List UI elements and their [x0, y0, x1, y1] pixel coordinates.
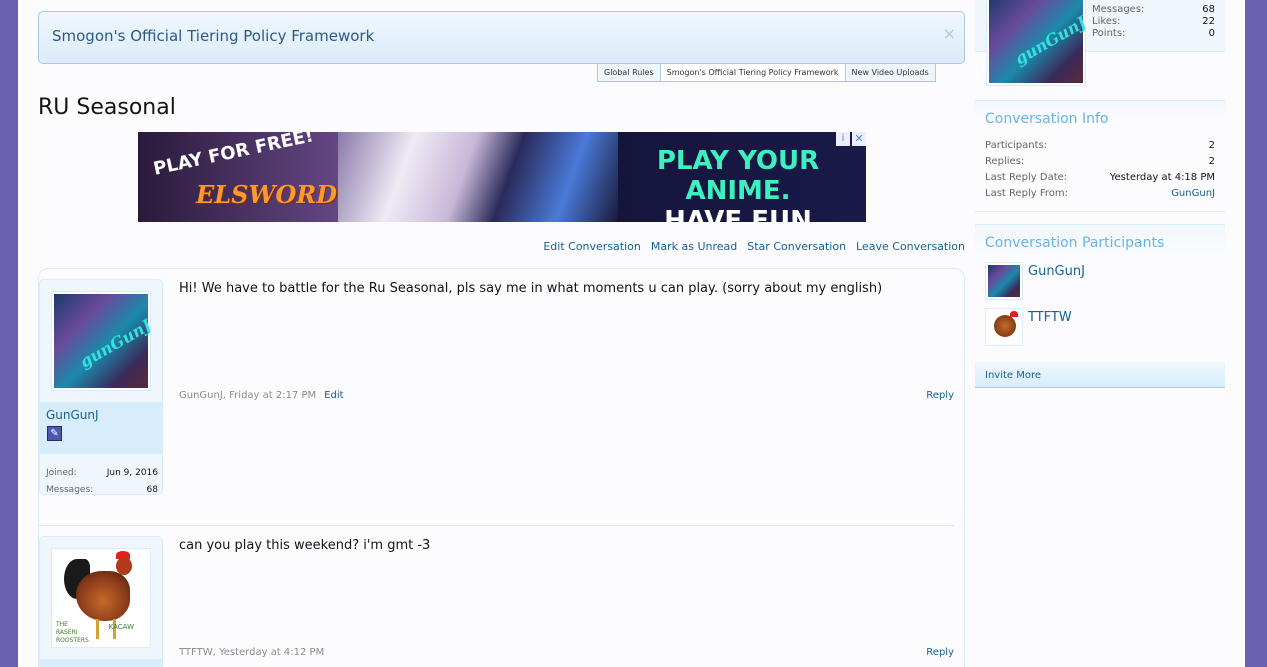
- gungunj-avatar-image: gunGunJ: [989, 0, 1089, 83]
- username-area: [40, 659, 162, 667]
- avatar[interactable]: gunGunJ: [986, 0, 1089, 86]
- page: Smogon's Official Tiering Policy Framewo…: [18, 0, 1245, 667]
- conversation-actions: Edit Conversation Mark as Unread Star Co…: [543, 240, 965, 253]
- info-value: Yesterday at 4:18 PM: [1109, 172, 1215, 183]
- ad-slogan-line1: PLAY YOUR ANIME.: [656, 146, 820, 206]
- avatar[interactable]: gunGunJ: [51, 291, 154, 391]
- edit-conversation-link[interactable]: Edit Conversation: [543, 240, 641, 253]
- participant-item[interactable]: TTFTW: [985, 308, 1072, 346]
- ad-close-icon[interactable]: ✕: [852, 132, 866, 146]
- notice-tab-video-uploads[interactable]: New Video Uploads: [844, 64, 936, 82]
- ad-logo: PLAY FOR FREE! ELSWORD: [146, 132, 337, 214]
- notice-title[interactable]: Smogon's Official Tiering Policy Framewo…: [52, 27, 374, 45]
- notice-tab-tiering-policy[interactable]: Smogon's Official Tiering Policy Framewo…: [659, 64, 846, 82]
- message-userblock: THE RASERI ROOSTERS KACAW: [39, 536, 163, 667]
- last-reply-user-link[interactable]: GunGunJ: [1171, 188, 1215, 204]
- participant-name[interactable]: GunGunJ: [1028, 264, 1085, 279]
- ad-slogan: PLAY YOUR ANIME. HAVE FUN TODAY!: [618, 146, 858, 222]
- ad-game-title: ELSWORD: [196, 180, 338, 209]
- block-title: Conversation Participants: [985, 235, 1165, 251]
- stat-value: 22: [1202, 16, 1215, 27]
- message-userblock: gunGunJ GunGunJ ✎ Joined: Jun 9, 2016 Me…: [39, 279, 163, 495]
- rooster-avatar-image: [988, 311, 1020, 343]
- rooster-avatar-image: THE RASERI ROOSTERS KACAW: [54, 551, 148, 645]
- ad-characters-image: [338, 132, 618, 222]
- avatar[interactable]: [985, 308, 1023, 346]
- gungunj-avatar-image: [988, 265, 1020, 297]
- ad-slogan-line2: HAVE FUN TODAY!: [664, 206, 812, 222]
- notice-tab-global-rules[interactable]: Global Rules: [597, 64, 661, 82]
- info-value: 2: [1208, 140, 1215, 151]
- message-author-date[interactable]: TTFTW, Yesterday at 4:12 PM: [179, 647, 324, 658]
- close-icon[interactable]: ×: [943, 24, 956, 43]
- username-area: GunGunJ ✎: [40, 402, 162, 454]
- visitor-profile-card: gunGunJ Messages: 68 Likes: 22 Points: 0: [975, 0, 1225, 86]
- invite-more-bar: Invite More: [975, 362, 1225, 388]
- info-label: Replies:: [985, 156, 1025, 167]
- ad-banner[interactable]: PLAY FOR FREE! ELSWORD PLAY YOUR ANIME. …: [138, 132, 866, 222]
- message: THE RASERI ROOSTERS KACAW can you play thi…: [39, 526, 964, 667]
- profile-stats: Messages: 68 Likes: 22 Points: 0: [1092, 4, 1215, 40]
- info-value: 2: [1208, 156, 1215, 167]
- message-meta: GunGunJ, Friday at 2:17 PM Edit: [179, 390, 344, 401]
- conversation-info-block: Conversation Info Participants: 2 Replies…: [975, 100, 1225, 212]
- message-meta: TTFTW, Yesterday at 4:12 PM: [179, 647, 324, 658]
- info-label: Last Reply From:: [985, 188, 1069, 199]
- stat-label: Points:: [1092, 28, 1126, 39]
- user-extra-info: Joined: Jun 9, 2016 Messages: 68: [46, 468, 158, 502]
- reply-link[interactable]: Reply: [926, 647, 954, 658]
- reply-link[interactable]: Reply: [926, 390, 954, 401]
- stat-label: Messages:: [1092, 4, 1145, 15]
- edit-message-link[interactable]: Edit: [324, 390, 343, 401]
- participant-item[interactable]: GunGunJ: [985, 262, 1085, 300]
- page-title: RU Seasonal: [38, 95, 176, 120]
- username-link[interactable]: GunGunJ: [46, 408, 99, 422]
- invite-more-link[interactable]: Invite More: [985, 370, 1041, 381]
- joined-value: Jun 9, 2016: [106, 468, 158, 478]
- avatar[interactable]: [985, 262, 1023, 300]
- info-label: Participants:: [985, 140, 1048, 151]
- stat-label: Likes:: [1092, 16, 1121, 27]
- message-list: gunGunJ GunGunJ ✎ Joined: Jun 9, 2016 Me…: [38, 268, 965, 667]
- leave-conversation-link[interactable]: Leave Conversation: [856, 240, 965, 253]
- notice-banner: Smogon's Official Tiering Policy Framewo…: [38, 11, 965, 64]
- message-text: can you play this weekend? i'm gmt -3: [179, 538, 431, 553]
- info-label: Last Reply Date:: [985, 172, 1068, 183]
- avatar[interactable]: THE RASERI ROOSTERS KACAW: [51, 548, 151, 648]
- message-text: Hi! We have to battle for the Ru Seasona…: [179, 281, 883, 296]
- participant-name[interactable]: TTFTW: [1028, 310, 1072, 325]
- stat-value: 0: [1208, 28, 1215, 39]
- joined-label: Joined:: [46, 468, 77, 478]
- block-title: Conversation Info: [985, 111, 1109, 127]
- ad-info-icon[interactable]: i: [836, 132, 850, 146]
- stat-value: 68: [1202, 4, 1215, 15]
- conversation-info-list: Participants: 2 Replies: 2 Last Reply Date…: [985, 140, 1215, 204]
- notice-tabs: Global Rules Smogon's Official Tiering P…: [597, 64, 936, 82]
- mark-unread-link[interactable]: Mark as Unread: [651, 240, 737, 253]
- messages-count-label: Messages:: [46, 485, 94, 495]
- user-badge-icon: ✎: [47, 426, 62, 441]
- gungunj-avatar-image: gunGunJ: [54, 294, 154, 388]
- message-author-date[interactable]: GunGunJ, Friday at 2:17 PM: [179, 390, 316, 401]
- ad-play-free-text: PLAY FOR FREE!: [151, 132, 316, 180]
- message: gunGunJ GunGunJ ✎ Joined: Jun 9, 2016 Me…: [39, 269, 964, 526]
- messages-count-value: 68: [146, 485, 158, 495]
- star-conversation-link[interactable]: Star Conversation: [747, 240, 846, 253]
